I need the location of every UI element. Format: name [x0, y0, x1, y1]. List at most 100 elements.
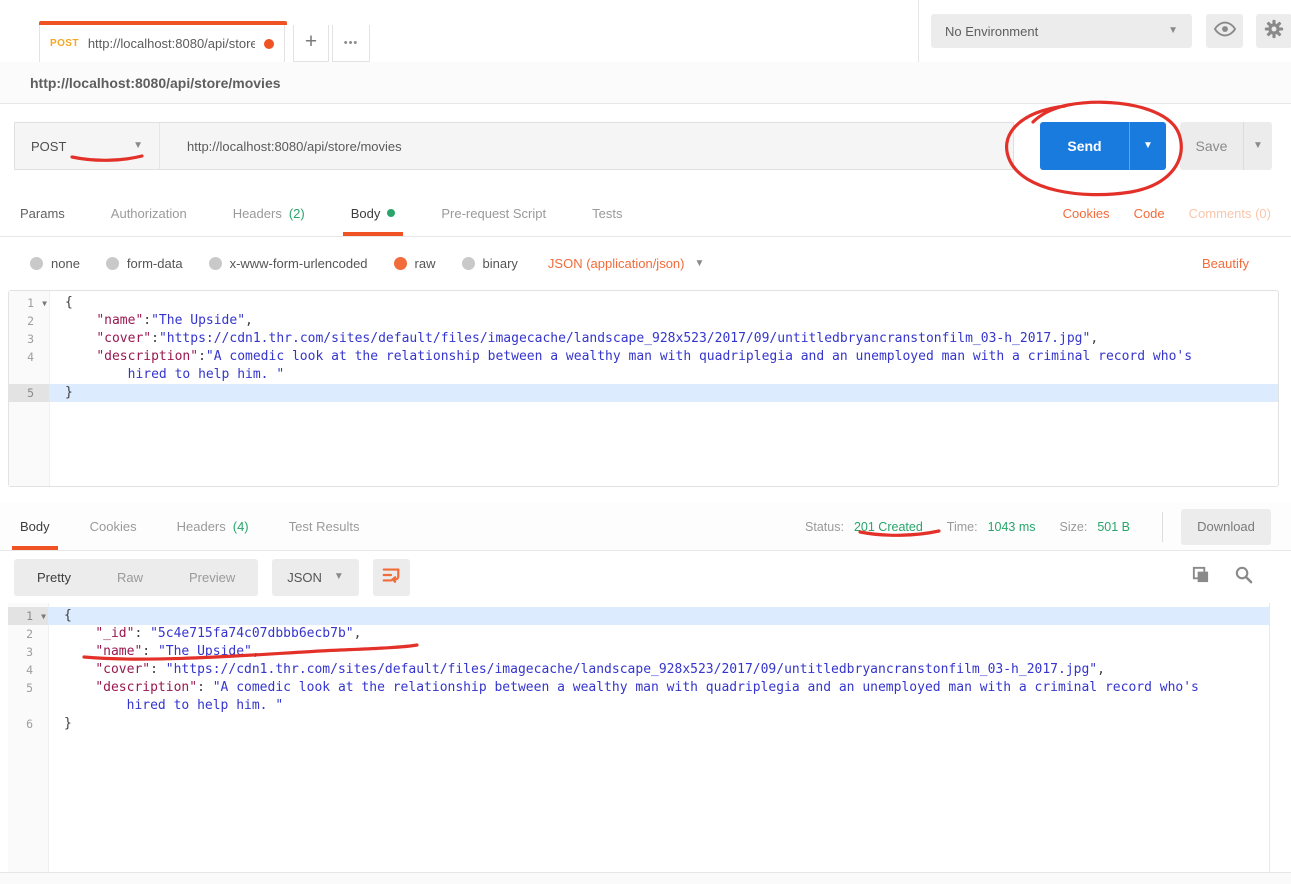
environment-quick-look-button[interactable]: [1206, 14, 1243, 48]
code-line[interactable]: 2 "_id": "5c4e715fa74c07dbbb6ecb7b",: [8, 625, 1269, 643]
code-link[interactable]: Code: [1134, 206, 1165, 221]
tab-label: Params: [20, 206, 65, 221]
tab-pre-request-script[interactable]: Pre-request Script: [441, 190, 546, 236]
view-tab-pretty[interactable]: Pretty: [14, 570, 94, 585]
line-number: 5: [8, 679, 48, 697]
save-options-button[interactable]: ▼: [1243, 122, 1272, 170]
line-number: 1▼: [8, 607, 48, 625]
new-tab-button[interactable]: +: [293, 25, 329, 62]
code-line[interactable]: 4 "description":"A comedic look at the r…: [9, 348, 1278, 366]
radio-icon: [394, 257, 407, 270]
send-label: Send: [1040, 122, 1129, 170]
code-line[interactable]: 1▼{: [8, 607, 1269, 625]
tab-label: Raw: [117, 570, 143, 585]
meta-divider: [1162, 512, 1163, 542]
method-value: POST: [31, 139, 133, 154]
line-number: 2: [8, 625, 48, 643]
tab-label: Tests: [592, 206, 622, 221]
url-input[interactable]: http://localhost:8080/api/store/movies: [159, 122, 1014, 170]
comments-link[interactable]: Comments (0): [1189, 206, 1271, 221]
tab-options-button[interactable]: •••: [332, 25, 370, 62]
code-line[interactable]: 3 "cover":"https://cdn1.thr.com/sites/de…: [9, 330, 1278, 348]
environment-selector[interactable]: No Environment ▼: [931, 14, 1192, 48]
code-text: {: [48, 607, 1269, 625]
method-dropdown[interactable]: POST ▼: [14, 122, 160, 170]
download-button[interactable]: Download: [1181, 509, 1271, 545]
response-format-label: JSON: [287, 570, 322, 585]
response-tools: [1191, 565, 1253, 589]
tab-label: Headers: [233, 206, 282, 221]
eye-icon: [1214, 21, 1236, 42]
response-tab-test-results[interactable]: Test Results: [289, 503, 360, 550]
tab-params[interactable]: Params: [20, 190, 65, 236]
code-line[interactable]: 6}: [8, 715, 1269, 733]
tab-label: Body: [20, 519, 50, 534]
code-text: }: [48, 715, 1269, 733]
response-tab-body[interactable]: Body: [20, 503, 50, 550]
size-label: Size:: [1060, 520, 1088, 534]
response-body-editor[interactable]: 1▼{2 "_id": "5c4e715fa74c07dbbb6ecb7b",3…: [8, 603, 1270, 872]
body-type-options: none form-data x-www-form-urlencoded raw bin…: [30, 256, 518, 271]
status-value: 201 Created: [854, 520, 923, 534]
size-value: 501 B: [1097, 520, 1130, 534]
settings-button[interactable]: [1256, 14, 1291, 48]
text-wrap-icon: [381, 565, 401, 590]
line-number: 6: [8, 715, 48, 733]
tab-authorization[interactable]: Authorization: [111, 190, 187, 236]
code-line[interactable]: 4 "cover": "https://cdn1.thr.com/sites/d…: [8, 661, 1269, 679]
view-tab-raw[interactable]: Raw: [94, 570, 166, 585]
code-text: "description": "A comedic look at the re…: [48, 679, 1269, 697]
search-icon[interactable]: [1234, 565, 1253, 589]
fold-caret-icon[interactable]: ▼: [42, 295, 47, 313]
horizontal-scrollbar-track[interactable]: [0, 872, 1291, 884]
tab-label: Body: [351, 206, 381, 221]
response-format-dropdown[interactable]: JSON ▼: [272, 559, 359, 596]
tab-count: (4): [233, 519, 249, 534]
send-button[interactable]: Send ▼: [1040, 122, 1166, 170]
save-button[interactable]: Save ▼: [1180, 122, 1272, 170]
response-tab-cookies[interactable]: Cookies: [90, 503, 137, 550]
response-meta: Status: 201 Created Time: 1043 ms Size: …: [805, 503, 1271, 550]
cookies-link[interactable]: Cookies: [1063, 206, 1110, 221]
tab-headers[interactable]: Headers(2): [233, 190, 305, 236]
copy-icon[interactable]: [1191, 565, 1210, 589]
wrap-text-button[interactable]: [373, 559, 410, 596]
tab-label: Authorization: [111, 206, 187, 221]
send-options-button[interactable]: ▼: [1129, 122, 1166, 170]
radio-label: binary: [483, 256, 518, 271]
code-line[interactable]: 3 "name": "The Upside",: [8, 643, 1269, 661]
code-line[interactable]: hired to help him. ": [8, 697, 1269, 715]
body-type-none[interactable]: none: [30, 256, 80, 271]
request-tab[interactable]: POST http://localhost:8080/api/store/: [39, 25, 285, 62]
response-tab-headers[interactable]: Headers(4): [177, 503, 249, 550]
body-type-form-data[interactable]: form-data: [106, 256, 183, 271]
code-line[interactable]: 2 "name":"The Upside",: [9, 312, 1278, 330]
tab-tests[interactable]: Tests: [592, 190, 622, 236]
code-text: hired to help him. ": [48, 697, 1269, 715]
view-tab-preview[interactable]: Preview: [166, 570, 258, 585]
code-line[interactable]: 5}: [9, 384, 1278, 402]
body-type-binary[interactable]: binary: [462, 256, 518, 271]
body-type-x-www-form-urlencoded[interactable]: x-www-form-urlencoded: [209, 256, 368, 271]
green-dot-icon: [387, 209, 395, 217]
tab-body[interactable]: Body: [351, 190, 396, 236]
save-label: Save: [1180, 122, 1243, 170]
response-toolbar: Pretty Raw Preview JSON ▼: [0, 551, 1291, 603]
time-value: 1043 ms: [988, 520, 1036, 534]
content-type-dropdown[interactable]: JSON (application/json) ▼: [548, 256, 704, 271]
body-type-raw[interactable]: raw: [394, 256, 436, 271]
tab-label: Pretty: [37, 570, 71, 585]
tab-label: Preview: [189, 570, 235, 585]
code-line[interactable]: 1▼{: [9, 294, 1278, 312]
line-number: 4: [9, 348, 49, 366]
code-line[interactable]: hired to help him. ": [9, 366, 1278, 384]
code-line[interactable]: 5 "description": "A comedic look at the …: [8, 679, 1269, 697]
tab-label: Pre-request Script: [441, 206, 546, 221]
fold-caret-icon[interactable]: ▼: [41, 608, 46, 626]
code-text: }: [49, 384, 1278, 402]
chevron-down-icon: ▼: [1143, 141, 1153, 151]
radio-label: raw: [415, 256, 436, 271]
request-body-editor[interactable]: 1▼{2 "name":"The Upside",3 "cover":"http…: [8, 290, 1279, 487]
beautify-link[interactable]: Beautify: [1202, 256, 1249, 271]
chevron-down-icon: ▼: [334, 572, 344, 582]
